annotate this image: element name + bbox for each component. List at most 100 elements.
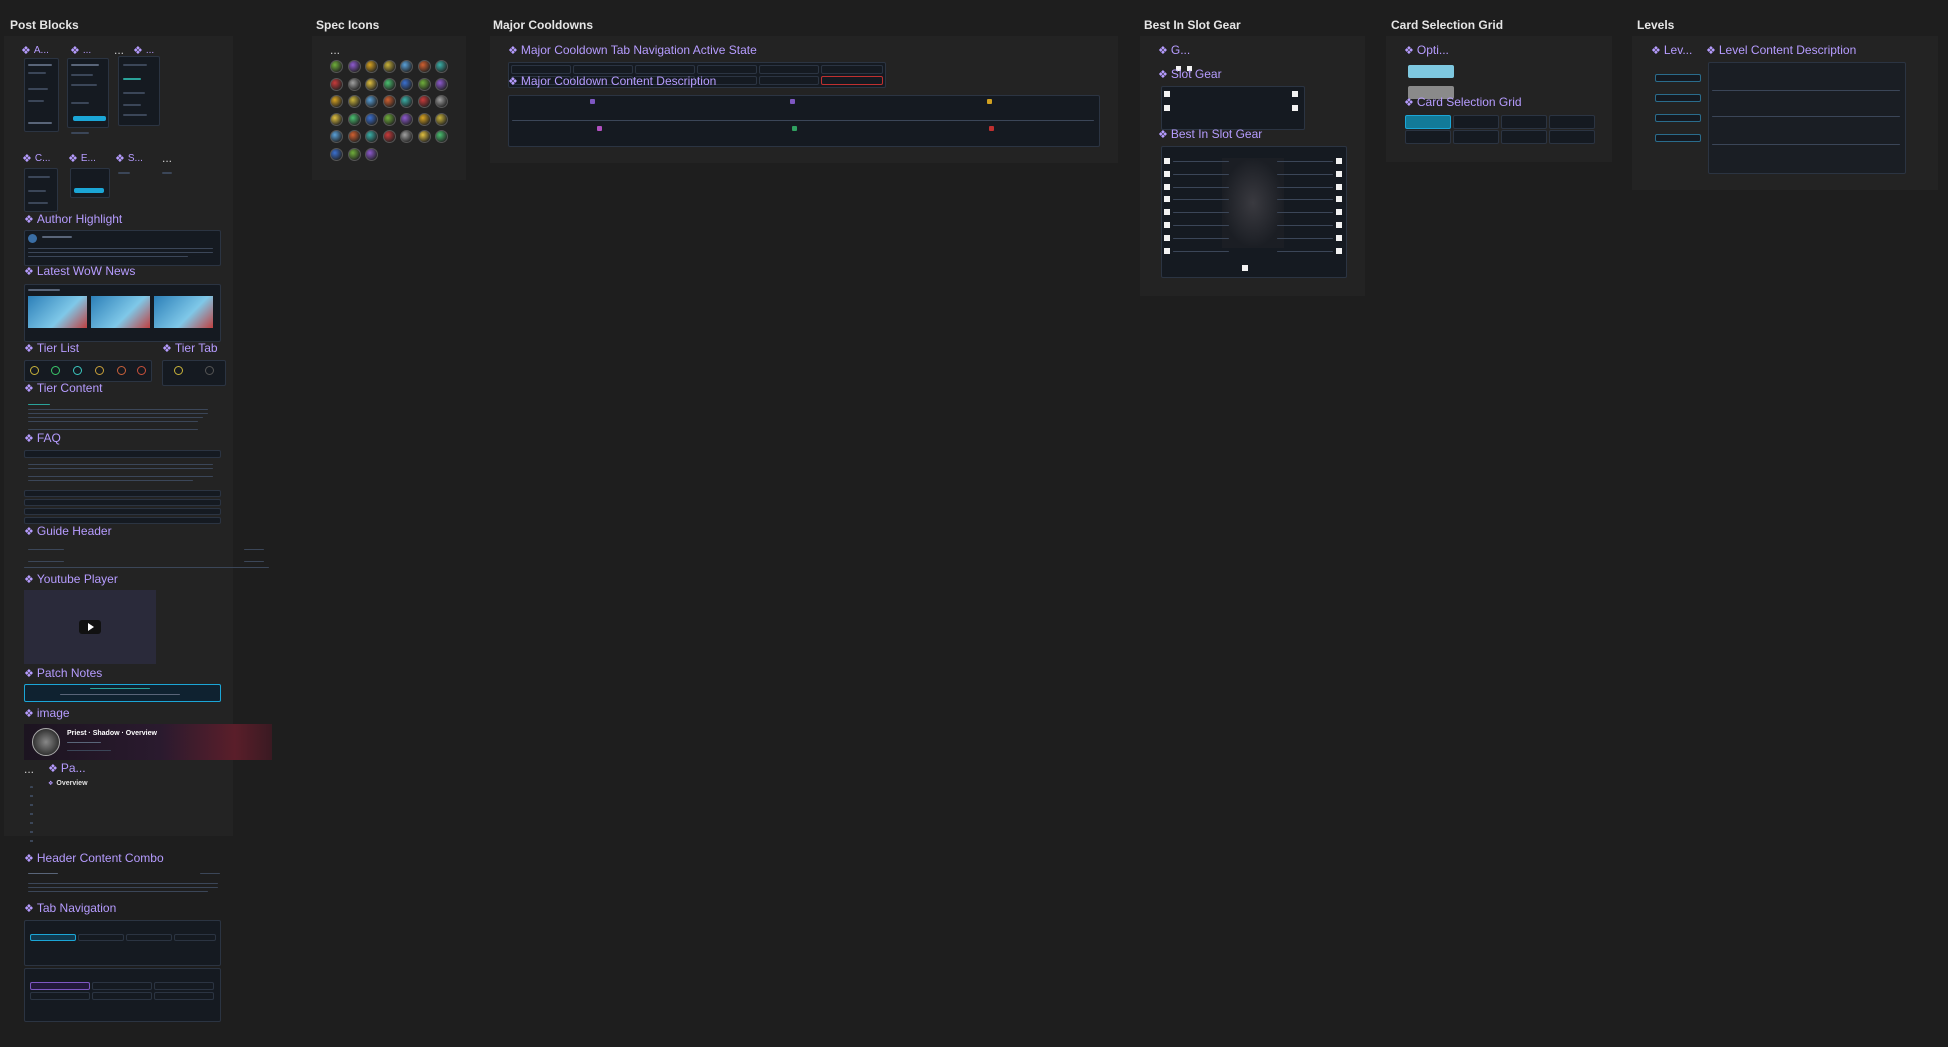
tab-active[interactable] (30, 982, 90, 990)
component-level-content-description[interactable]: ❖ Level Content Description (1706, 43, 1856, 57)
selection-card[interactable] (1405, 130, 1451, 144)
cooldown-tab[interactable] (821, 65, 883, 74)
selection-card[interactable] (1549, 130, 1595, 144)
spec-icon[interactable] (435, 95, 448, 108)
component-author-highlight[interactable]: ❖ Author Highlight (24, 212, 122, 226)
spec-icon[interactable] (417, 60, 431, 73)
news-thumbnail[interactable] (28, 296, 87, 328)
spec-icon[interactable] (417, 112, 431, 126)
level-tab[interactable] (1655, 94, 1701, 102)
component-youtube-player[interactable]: ❖ Youtube Player (24, 572, 118, 586)
cooldown-tab[interactable] (635, 65, 695, 74)
spec-icon[interactable] (400, 112, 413, 126)
spec-icon[interactable] (365, 95, 378, 108)
spec-icon[interactable] (365, 112, 378, 126)
tier-icon[interactable] (30, 366, 39, 375)
selection-card[interactable] (1549, 115, 1595, 129)
tab[interactable] (154, 992, 214, 1000)
tab[interactable] (30, 992, 90, 1000)
cooldown-tab[interactable] (759, 76, 819, 85)
overview-tab[interactable]: ❖ Overview (48, 780, 88, 787)
component-opti[interactable]: ❖ Opti... (1404, 43, 1449, 57)
gear-slot-icon[interactable] (1164, 91, 1170, 97)
spec-icon[interactable] (365, 60, 378, 73)
gear-slot-icon[interactable] (1336, 170, 1342, 177)
cooldown-tab[interactable] (573, 65, 633, 74)
spec-icon[interactable] (347, 130, 361, 143)
spec-icon[interactable] (435, 60, 448, 73)
component-tier-tab[interactable]: ❖ Tier Tab (162, 341, 218, 355)
gear-slot-icon[interactable] (1164, 222, 1170, 228)
gear-slot-icon[interactable] (1164, 196, 1170, 203)
cooldown-tab-active[interactable] (821, 76, 883, 85)
component-g[interactable]: ❖ G... (1158, 43, 1190, 57)
spec-icon[interactable] (400, 130, 413, 143)
spec-icon[interactable] (365, 77, 378, 91)
spec-icon[interactable] (347, 112, 361, 126)
tab-active[interactable] (30, 934, 76, 941)
tier-tab-icon[interactable] (205, 366, 214, 375)
component-major-cooldown-content[interactable]: ❖ Major Cooldown Content Description (508, 74, 716, 88)
component-tier-list[interactable]: ❖ Tier List (24, 341, 79, 355)
component-header-content-combo[interactable]: ❖ Header Content Combo (24, 851, 164, 865)
spec-icon[interactable] (382, 77, 396, 91)
spec-icon[interactable] (365, 147, 378, 161)
component-pa[interactable]: ❖ Pa... (48, 761, 86, 775)
breadcrumb-spec[interactable]: Shadow (93, 730, 120, 737)
selection-card[interactable] (1453, 130, 1499, 144)
selection-card-active[interactable] (1405, 115, 1451, 129)
spec-icon[interactable] (382, 112, 396, 126)
spec-icon[interactable] (330, 77, 343, 91)
tab[interactable] (92, 982, 152, 990)
selection-card[interactable] (1501, 130, 1547, 144)
component-latest-wow-news[interactable]: ❖ Latest WoW News (24, 264, 135, 278)
spec-icon[interactable] (330, 95, 343, 108)
spec-icon[interactable] (435, 112, 448, 126)
mini-cta-button[interactable] (74, 188, 104, 193)
gear-slot-icon[interactable] (1164, 183, 1170, 190)
tab[interactable] (126, 934, 172, 941)
gear-slot-icon[interactable] (1242, 265, 1248, 271)
level-tab[interactable] (1655, 134, 1701, 142)
component-e[interactable]: ❖ C... (22, 152, 50, 165)
cooldown-tab[interactable] (511, 65, 571, 74)
faq-item-open[interactable] (24, 450, 221, 458)
gear-slot-icon[interactable] (1292, 91, 1298, 97)
news-thumbnail[interactable] (91, 296, 150, 328)
gear-slot-icon[interactable] (1336, 222, 1342, 228)
spec-icon[interactable] (400, 60, 413, 73)
breadcrumb-class[interactable]: Priest (67, 730, 86, 737)
gear-slot-icon[interactable] (1336, 234, 1342, 241)
selection-card[interactable] (1501, 115, 1547, 129)
gear-slot-icon[interactable] (1164, 158, 1170, 164)
component-best-in-slot-gear[interactable]: ❖ Best In Slot Gear (1158, 127, 1262, 141)
tier-icon[interactable] (117, 366, 126, 375)
tier-icon[interactable] (73, 366, 82, 375)
spec-icon[interactable] (365, 130, 378, 143)
mini-cta-button[interactable] (73, 116, 106, 121)
gear-slot-icon[interactable] (1336, 158, 1342, 164)
component-f[interactable]: ❖ E... (68, 152, 96, 165)
component-b[interactable]: ❖... (70, 44, 91, 57)
component-image[interactable]: ❖ image (24, 706, 70, 720)
selection-card[interactable] (1453, 115, 1499, 129)
spec-icon[interactable] (382, 60, 396, 73)
tier-icon[interactable] (51, 366, 60, 375)
component-lev[interactable]: ❖ Lev... (1651, 43, 1692, 57)
component-a[interactable]: ❖ A... (21, 44, 49, 57)
spec-icon[interactable] (347, 147, 361, 161)
spec-icon[interactable] (382, 130, 396, 143)
spec-icon[interactable] (435, 130, 448, 143)
component-major-cooldown-tab-nav[interactable]: ❖ Major Cooldown Tab Navigation Active St… (508, 43, 757, 57)
level-tab[interactable] (1655, 74, 1701, 82)
option-selected[interactable] (1408, 65, 1454, 78)
gear-slot-icon[interactable] (1164, 170, 1170, 177)
component-g[interactable]: ❖ S... (115, 152, 143, 165)
spec-icon[interactable] (330, 112, 343, 126)
patch-notes-preview[interactable] (24, 684, 221, 702)
gear-slot-icon[interactable] (1292, 105, 1298, 111)
spec-icon[interactable] (330, 147, 343, 161)
gear-slot-icon[interactable] (1336, 183, 1342, 190)
gear-slot-icon[interactable] (1164, 247, 1170, 254)
component-faq[interactable]: ❖ FAQ (24, 431, 61, 445)
